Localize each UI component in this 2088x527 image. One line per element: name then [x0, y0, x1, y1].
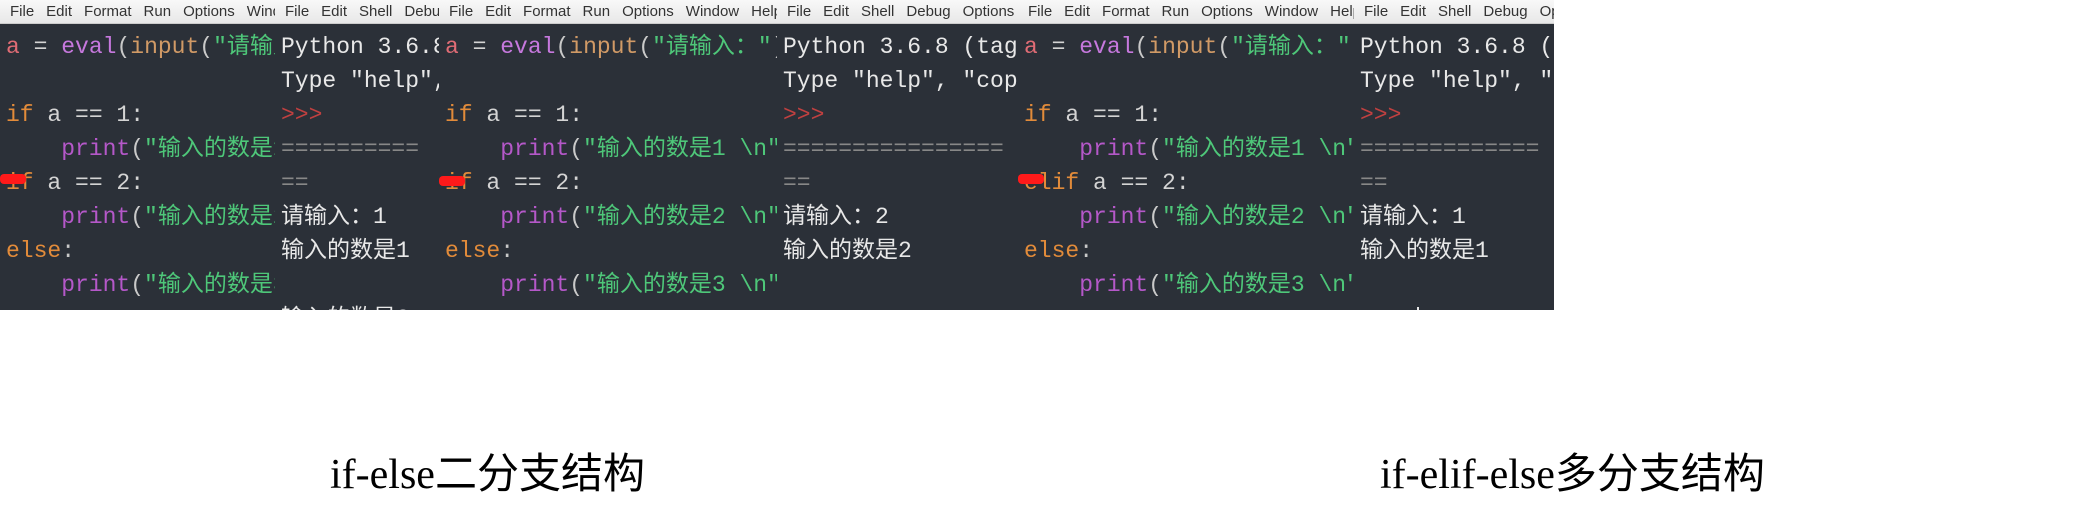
tok-arg1: "输入的数是1 \n": [144, 136, 275, 162]
menu-run[interactable]: Run: [1156, 3, 1196, 20]
tok-arg3: "输入的数是3 \n": [144, 272, 275, 298]
shell-menubar-3[interactable]: File Edit Shell Debug Option: [1354, 0, 1554, 24]
menu-options[interactable]: Options: [1195, 3, 1259, 20]
shell-banner2: Type "help", "copy: [281, 68, 439, 94]
menu-file[interactable]: File: [279, 3, 315, 20]
tok-input: input: [130, 34, 199, 60]
code-area-1[interactable]: a = eval(input("请输入：")) if a == 1: print…: [0, 24, 275, 310]
menu-edit[interactable]: Edit: [479, 3, 517, 20]
editor-menubar-2[interactable]: File Edit Format Run Options Window Help: [439, 0, 777, 24]
shell-area-3[interactable]: Python 3.6.8 (tags/ Type "help", "copy >…: [1354, 24, 1554, 310]
editor-menubar-1[interactable]: File Edit Format Run Options Window Help: [0, 0, 275, 24]
caption-right: if-elif-else多分支结构: [1380, 440, 1765, 501]
shell-out2: 输入的数是3: [281, 306, 410, 310]
shell-sep2: ==: [281, 170, 309, 196]
shell-input-line: 请输入：1: [281, 204, 387, 230]
menu-file[interactable]: File: [443, 3, 479, 20]
menu-file[interactable]: File: [4, 3, 40, 20]
menu-window[interactable]: Window: [241, 3, 275, 20]
tok-print1: print: [61, 136, 130, 162]
menu-help[interactable]: Help: [1324, 3, 1354, 20]
menu-debug[interactable]: Debug: [900, 3, 956, 20]
menu-shell[interactable]: Shell: [353, 3, 398, 20]
shell-panel-2: File Edit Shell Debug Options Wi Python …: [777, 0, 1018, 310]
highlight-marker-3: [1018, 174, 1044, 184]
shell-out1: 输入的数是1: [281, 238, 410, 264]
shell-area-1[interactable]: Python 3.6.8 (tags Type "help", "copy >>…: [275, 24, 439, 310]
menu-shell[interactable]: Shell: [1432, 3, 1477, 20]
tok-else1: else: [6, 238, 61, 264]
menu-options[interactable]: Option: [1534, 3, 1554, 20]
tok-print2: print: [61, 204, 130, 230]
cursor-icon: [1417, 307, 1419, 310]
tok-cond2: a == 2:: [34, 170, 144, 196]
tok-lparen: (: [116, 34, 130, 60]
editor-panel-3: File Edit Format Run Options Window Help…: [1018, 0, 1354, 310]
shell-prompt: >>>: [281, 102, 336, 128]
editor-panel-1: File Edit Format Run Options Window Help…: [0, 0, 275, 310]
editor-menubar-3[interactable]: File Edit Format Run Options Window Help: [1018, 0, 1354, 24]
menu-debug[interactable]: Debug: [1477, 3, 1533, 20]
tok-lparen2: (: [199, 34, 213, 60]
shell-banner1: Python 3.6.8 (tags: [281, 34, 439, 60]
menu-window[interactable]: Window: [680, 3, 745, 20]
menu-file[interactable]: File: [1022, 3, 1058, 20]
tok-arg2: "输入的数是2 \n": [144, 204, 275, 230]
menu-options[interactable]: Options: [616, 3, 680, 20]
shell-menubar-2[interactable]: File Edit Shell Debug Options Wi: [777, 0, 1018, 24]
menu-edit[interactable]: Edit: [315, 3, 353, 20]
code-area-2[interactable]: a = eval(input("请输入：")) if a == 1: print…: [439, 24, 777, 310]
caption-left: if-else二分支结构: [330, 440, 645, 501]
menu-edit[interactable]: Edit: [817, 3, 855, 20]
menu-options[interactable]: Options: [177, 3, 241, 20]
tok-if1: if: [6, 102, 34, 128]
highlight-marker-1: [0, 174, 26, 184]
menu-edit[interactable]: Edit: [40, 3, 78, 20]
menu-help[interactable]: Help: [745, 3, 777, 20]
menu-run[interactable]: Run: [577, 3, 617, 20]
tok-inputarg: "请输入：": [213, 34, 275, 60]
tok-eq: =: [20, 34, 61, 60]
menu-edit[interactable]: Edit: [1394, 3, 1432, 20]
tok-cond1: a == 1:: [34, 102, 144, 128]
menu-format[interactable]: Format: [517, 3, 577, 20]
menu-format[interactable]: Format: [78, 3, 138, 20]
shell-menubar-1[interactable]: File Edit Shell Debug Optic: [275, 0, 439, 24]
tok-eval: eval: [61, 34, 116, 60]
menu-options[interactable]: Options: [957, 3, 1018, 20]
code-area-3[interactable]: a = eval(input("请输入：")) if a == 1: print…: [1018, 24, 1354, 310]
shell-area-2[interactable]: Python 3.6.8 (tags/v3 Type "help", "copy…: [777, 24, 1018, 310]
shell-panel-1: File Edit Shell Debug Optic Python 3.6.8…: [275, 0, 439, 310]
menu-edit[interactable]: Edit: [1058, 3, 1096, 20]
menu-window[interactable]: Window: [1259, 3, 1324, 20]
panels-row: File Edit Format Run Options Window Help…: [0, 0, 2088, 310]
highlight-marker-2: [439, 176, 465, 186]
shell-sep1: ==========: [281, 136, 419, 162]
shell-panel-3: File Edit Shell Debug Option Python 3.6.…: [1354, 0, 1554, 310]
editor-panel-2: File Edit Format Run Options Window Help…: [439, 0, 777, 310]
tok-print3: print: [61, 272, 130, 298]
menu-file[interactable]: File: [781, 3, 817, 20]
menu-shell[interactable]: Shell: [855, 3, 900, 20]
tok-var: a: [6, 34, 20, 60]
menu-run[interactable]: Run: [138, 3, 178, 20]
menu-file[interactable]: File: [1358, 3, 1394, 20]
menu-format[interactable]: Format: [1096, 3, 1156, 20]
menu-debug[interactable]: Debug: [398, 3, 439, 20]
